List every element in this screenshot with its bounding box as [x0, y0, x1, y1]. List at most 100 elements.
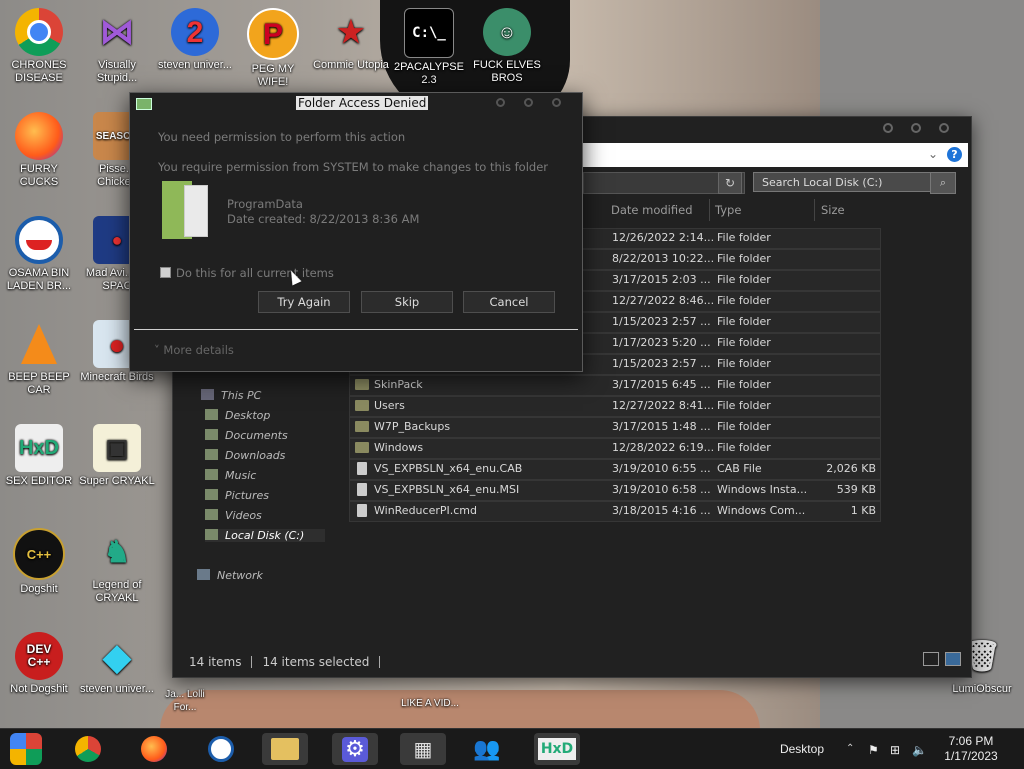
- table-row[interactable]: W7P_Backups 3/17/2015 1:48 ... File folder: [349, 417, 881, 438]
- desktop-icon-devcpp[interactable]: DEV C++ Not Dogshit: [1, 632, 77, 696]
- file-name: SkinPack: [374, 378, 423, 391]
- file-type: File folder: [717, 357, 771, 370]
- file-date: 3/18/2015 4:16 ...: [612, 504, 711, 517]
- gear-icon: ⚙: [342, 736, 368, 762]
- file-type: File folder: [717, 231, 771, 244]
- view-toggle: [917, 652, 961, 669]
- obama-logo-icon: [208, 736, 234, 762]
- large-icons-view-icon[interactable]: [945, 652, 961, 666]
- chrome-icon: [15, 8, 63, 56]
- volume-icon[interactable]: 🔈: [912, 743, 927, 757]
- file-type: File folder: [717, 420, 771, 433]
- desktop-icon-dogshit[interactable]: C++ Dogshit: [1, 528, 77, 596]
- folder-icon: [355, 400, 369, 411]
- table-row[interactable]: Windows 12/28/2022 6:19... File folder: [349, 438, 881, 459]
- file-date: 3/17/2015 1:48 ...: [612, 420, 711, 433]
- file-type: Windows Com...: [717, 504, 806, 517]
- search-input[interactable]: Search Local Disk (C:): [753, 172, 953, 192]
- red-emblem-icon: ★: [337, 15, 365, 49]
- nav-item-music[interactable]: Music: [205, 469, 256, 482]
- minimize-button[interactable]: [883, 123, 893, 133]
- folder-access-denied-dialog[interactable]: Folder Access Denied You need permission…: [129, 92, 583, 372]
- desktop-icon-commie[interactable]: ★ Commie Utopia: [313, 8, 389, 72]
- flag-icon[interactable]: ⚑: [868, 743, 880, 757]
- table-row[interactable]: Users 12/27/2022 8:41... File folder: [349, 396, 881, 417]
- wallpaper-bottom: [160, 690, 760, 730]
- clock[interactable]: 7:06 PM 1/17/2023: [936, 734, 1006, 764]
- nav-item-documents[interactable]: Documents: [205, 429, 288, 442]
- apply-all-checkbox[interactable]: [160, 267, 171, 278]
- nav-item-pictures[interactable]: Pictures: [205, 489, 269, 502]
- cancel-button[interactable]: Cancel: [463, 291, 555, 313]
- behind-label-2: LIKE A VID...: [401, 698, 459, 709]
- taskbar-app[interactable]: ▦: [400, 733, 446, 765]
- nav-item-downloads[interactable]: Downloads: [205, 449, 285, 462]
- taskbar-settings[interactable]: ⚙: [332, 733, 378, 765]
- item-count: 14 items: [189, 655, 242, 669]
- divider: [134, 329, 578, 330]
- folder-icon: [162, 181, 208, 239]
- column-type[interactable]: Type: [715, 203, 741, 217]
- skip-button[interactable]: Skip: [361, 291, 453, 313]
- chevron-down-icon[interactable]: ⌄: [928, 147, 938, 161]
- desktop-icon-peg[interactable]: P PEG MY WIFE!: [235, 8, 311, 89]
- behind-label-1: Ja... Lolli For...: [165, 689, 205, 713]
- desktop-toolbar[interactable]: Desktop: [780, 742, 824, 756]
- nav-this-pc[interactable]: This PC: [201, 389, 261, 402]
- dialog-minimize-button[interactable]: [496, 98, 505, 107]
- desktop-icon-steven-universe[interactable]: 2 steven univer...: [157, 8, 233, 72]
- taskbar-file-explorer[interactable]: [262, 733, 308, 765]
- taskbar: ⚙ ▦ 👥 HxD Desktop ⌃ ⚑ ⊞ 🔈 7:06 PM 1/17/2…: [0, 728, 1024, 769]
- selected-count: 14 items selected: [262, 655, 370, 669]
- desktop-icon-visual-studio[interactable]: ⋈ Visually Stupid...: [79, 8, 155, 85]
- try-again-button[interactable]: Try Again: [258, 291, 350, 313]
- table-row[interactable]: VS_EXPBSLN_x64_enu.MSI 3/19/2010 6:58 ...…: [349, 480, 881, 501]
- table-row[interactable]: SkinPack 3/17/2015 6:45 ... File folder: [349, 375, 881, 396]
- details-view-icon[interactable]: [923, 652, 939, 666]
- show-hidden-icons-icon[interactable]: ⌃: [846, 743, 858, 754]
- desktop-icon-legend-cryakl[interactable]: ♞ Legend of CRYAKL: [79, 528, 155, 605]
- desktop-icon-2pacalypse[interactable]: C:\_ 2PACALYPSE 2.3: [391, 8, 467, 87]
- visual-studio-icon: ⋈: [100, 12, 134, 51]
- refresh-button[interactable]: ↻: [718, 172, 742, 194]
- videos-icon: [205, 509, 218, 520]
- nav-item-videos[interactable]: Videos: [205, 509, 262, 522]
- table-row[interactable]: WinReducerPI.cmd 3/18/2015 4:16 ... Window…: [349, 501, 881, 522]
- start-button[interactable]: [10, 733, 42, 765]
- file-date: 3/19/2010 6:55 ...: [612, 462, 711, 475]
- taskbar-firefox[interactable]: [138, 733, 170, 765]
- desktop-icon-osama[interactable]: OSAMA BIN LADEN BR...: [1, 216, 77, 293]
- taskbar-chrome[interactable]: [72, 733, 104, 765]
- dialog-close-button[interactable]: [552, 98, 561, 107]
- search-icon[interactable]: ⌕: [930, 172, 956, 194]
- desktop-icon-chrome[interactable]: CHRONES DISEASE: [1, 8, 77, 85]
- column-size[interactable]: Size: [821, 203, 845, 217]
- taskbar-network-users[interactable]: 👥: [471, 733, 503, 765]
- elf-icon: ☺: [483, 8, 531, 56]
- file-size: 539 KB: [836, 483, 876, 496]
- desktop-icon-firefox[interactable]: FURRY CUCKS: [1, 112, 77, 189]
- network-icon[interactable]: ⊞: [890, 743, 902, 757]
- maximize-button[interactable]: [911, 123, 921, 133]
- taskbar-obama[interactable]: [205, 733, 237, 765]
- help-icon[interactable]: ?: [947, 147, 962, 162]
- desktop-icon-steven-universe-2[interactable]: ◆ steven univer...: [79, 632, 155, 696]
- desktop-icon-super-cryakl[interactable]: ▣ Super CRYAKL: [79, 424, 155, 488]
- music-icon: [205, 469, 218, 480]
- dialog-maximize-button[interactable]: [524, 98, 533, 107]
- more-details-toggle[interactable]: ˅ More details: [154, 343, 234, 357]
- devcpp-icon: DEV C++: [15, 632, 63, 680]
- chevron-down-icon: ˅: [154, 343, 164, 357]
- close-button[interactable]: [939, 123, 949, 133]
- file-date: 3/17/2015 2:03 ...: [612, 273, 711, 286]
- desktop-icon-vlc[interactable]: BEEP BEEP CAR: [1, 320, 77, 397]
- nav-item-local-disk-c[interactable]: Local Disk (C:): [205, 529, 325, 542]
- network-icon: [197, 569, 210, 580]
- table-row[interactable]: VS_EXPBSLN_x64_enu.CAB 3/19/2010 6:55 ...…: [349, 459, 881, 480]
- desktop-icon-elves[interactable]: ☺ FUCK ELVES BROS: [469, 8, 545, 85]
- nav-network[interactable]: Network: [197, 569, 263, 582]
- desktop-icon-hxd[interactable]: HxD SEX EDITOR: [1, 424, 77, 488]
- column-date-modified[interactable]: Date modified: [611, 203, 693, 217]
- nav-item-desktop[interactable]: Desktop: [205, 409, 270, 422]
- taskbar-hxd[interactable]: HxD: [534, 733, 580, 765]
